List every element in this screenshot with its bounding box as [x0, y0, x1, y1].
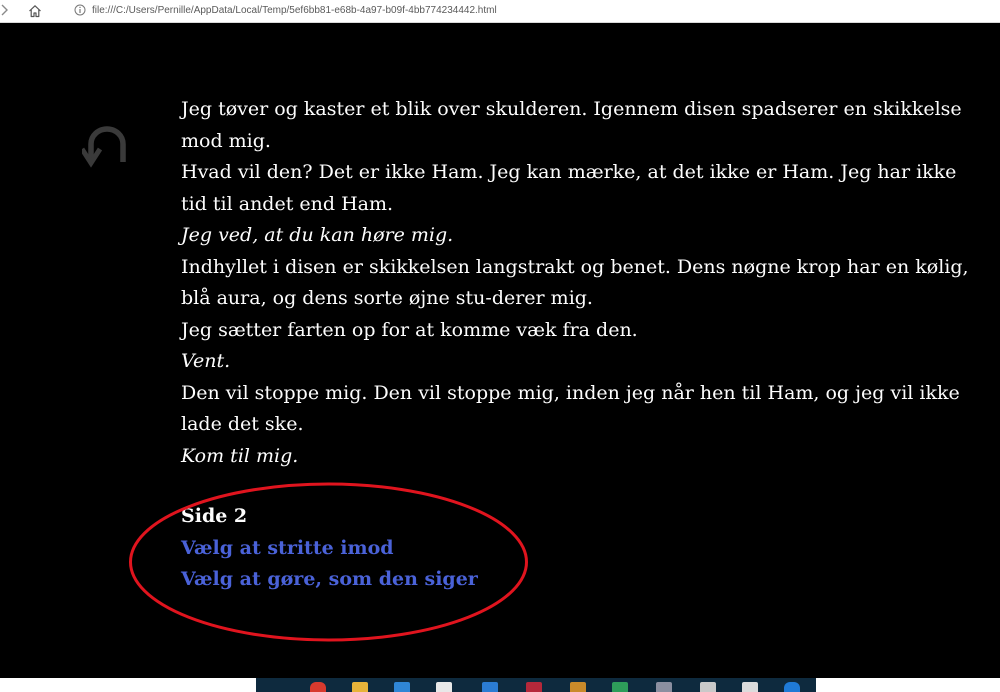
taskbar-app-icon[interactable] [394, 682, 410, 692]
taskbar-app-icon[interactable] [526, 682, 542, 692]
taskbar-app-icon[interactable] [742, 682, 758, 692]
story-text: Jeg tøver og kaster et blik over skulder… [181, 94, 986, 472]
story-paragraph: Den vil stoppe mig. Den vil stoppe mig, … [181, 381, 960, 436]
story-paragraph: Jeg sætter farten op for at komme væk fr… [181, 318, 638, 341]
url-text[interactable]: file:///C:/Users/Pernille/AppData/Local/… [92, 4, 497, 18]
taskbar-app-icon[interactable] [352, 682, 368, 692]
choices-section: Side 2 Vælg at stritte imod Vælg at gøre… [181, 501, 478, 596]
choice-link-resist[interactable]: Vælg at stritte imod [181, 533, 478, 565]
taskbar-app-icon[interactable] [700, 682, 716, 692]
info-icon[interactable] [74, 4, 86, 16]
undo-arrow-icon[interactable] [82, 120, 134, 168]
taskbar-app-icon[interactable] [570, 682, 586, 692]
taskbar-app-icon[interactable] [436, 682, 452, 692]
browser-address-bar: file:///C:/Users/Pernille/AppData/Local/… [0, 0, 1000, 23]
page-label: Side 2 [181, 505, 248, 527]
story-paragraph-italic: Jeg ved, at du kan høre mig. [181, 224, 454, 246]
taskbar-app-icon[interactable] [482, 682, 498, 692]
choice-link-comply[interactable]: Vælg at gøre, som den siger [181, 564, 478, 596]
story-paragraph: Hvad vil den? Det er ikke Ham. Jeg kan m… [181, 161, 957, 215]
story-paragraph-italic: Kom til mig. [181, 444, 299, 467]
story-paragraph: Indhyllet i disen er skikkelsen langstra… [181, 255, 969, 310]
forward-icon[interactable] [0, 4, 10, 16]
taskbar-app-icon[interactable] [784, 682, 800, 692]
taskbar-app-icon[interactable] [656, 682, 672, 692]
story-paragraph: Jeg tøver og kaster et blik over skulder… [181, 98, 962, 152]
taskbar-app-icon[interactable] [310, 682, 326, 692]
taskbar [0, 678, 1000, 692]
story-paragraph-italic: Vent. [181, 350, 231, 372]
home-icon[interactable] [27, 3, 43, 19]
taskbar-strip [256, 678, 816, 692]
taskbar-app-icon[interactable] [612, 682, 628, 692]
